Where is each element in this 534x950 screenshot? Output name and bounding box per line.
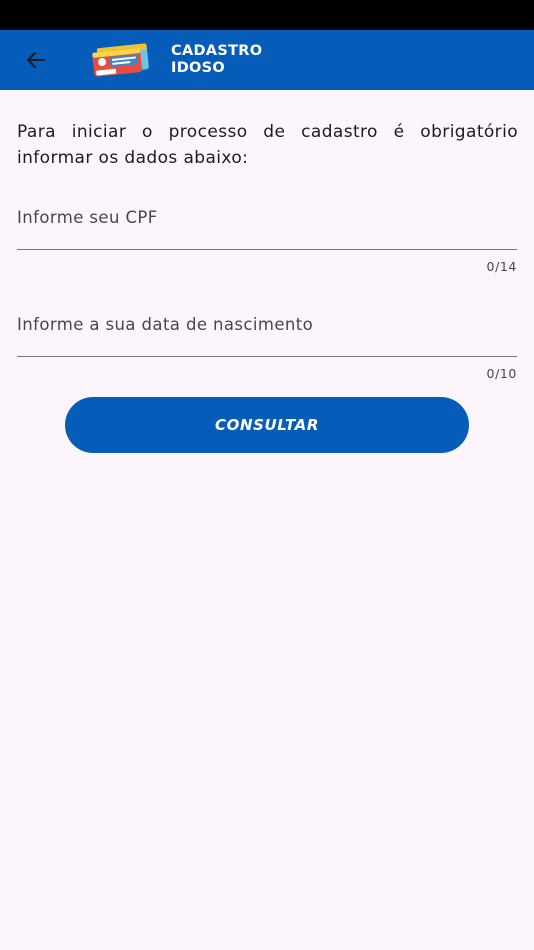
status-bar	[0, 0, 534, 30]
page-title: CADASTRO IDOSO	[171, 43, 262, 77]
cpf-char-counter: 0/14	[486, 259, 517, 274]
program-logo-icon	[90, 40, 152, 80]
cpf-field-underline	[17, 249, 517, 250]
consultar-button[interactable]: CONSULTAR	[65, 397, 469, 453]
birthdate-field-underline	[17, 356, 517, 357]
back-button[interactable]	[18, 44, 54, 76]
birthdate-char-counter: 0/10	[486, 366, 517, 381]
cpf-field-label[interactable]: Informe seu CPF	[17, 208, 158, 227]
app-bar: CADASTRO IDOSO	[0, 30, 534, 90]
title-line-1: CADASTRO	[171, 43, 263, 59]
birthdate-field-label[interactable]: Informe a sua data de nascimento	[17, 315, 313, 334]
title-line-2: IDOSO	[171, 60, 226, 76]
intro-text: Para iniciar o processo de cadastro é ob…	[17, 122, 518, 168]
arrow-left-icon	[27, 52, 45, 68]
